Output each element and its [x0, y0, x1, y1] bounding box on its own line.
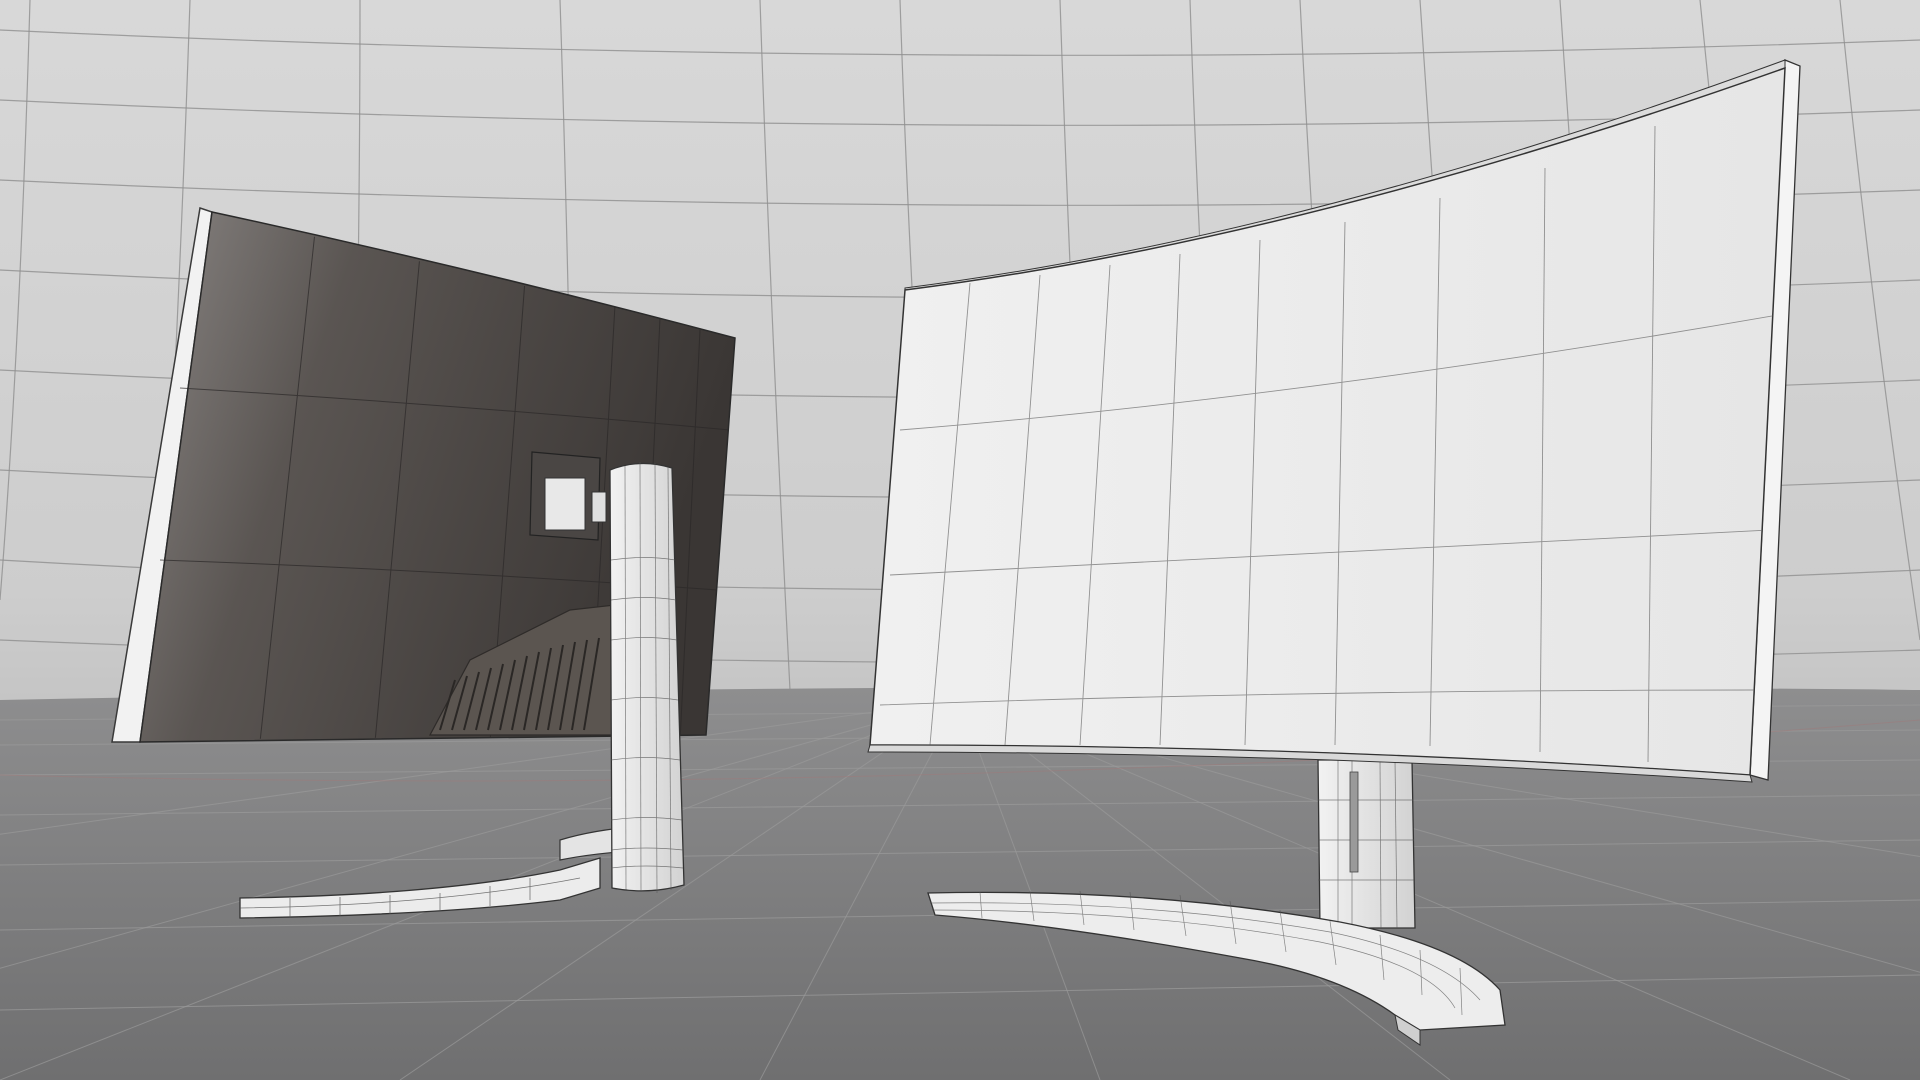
render-viewport: [0, 0, 1920, 1080]
rear-monitor-mount-latch: [591, 491, 607, 523]
wireframe-render: [0, 0, 1920, 1080]
rear-monitor-stand-column: [609, 462, 685, 892]
front-monitor-stand-neck: [1317, 759, 1416, 929]
front-monitor-neck-slot: [1349, 771, 1359, 873]
rear-monitor-mount-plate: [544, 477, 586, 531]
